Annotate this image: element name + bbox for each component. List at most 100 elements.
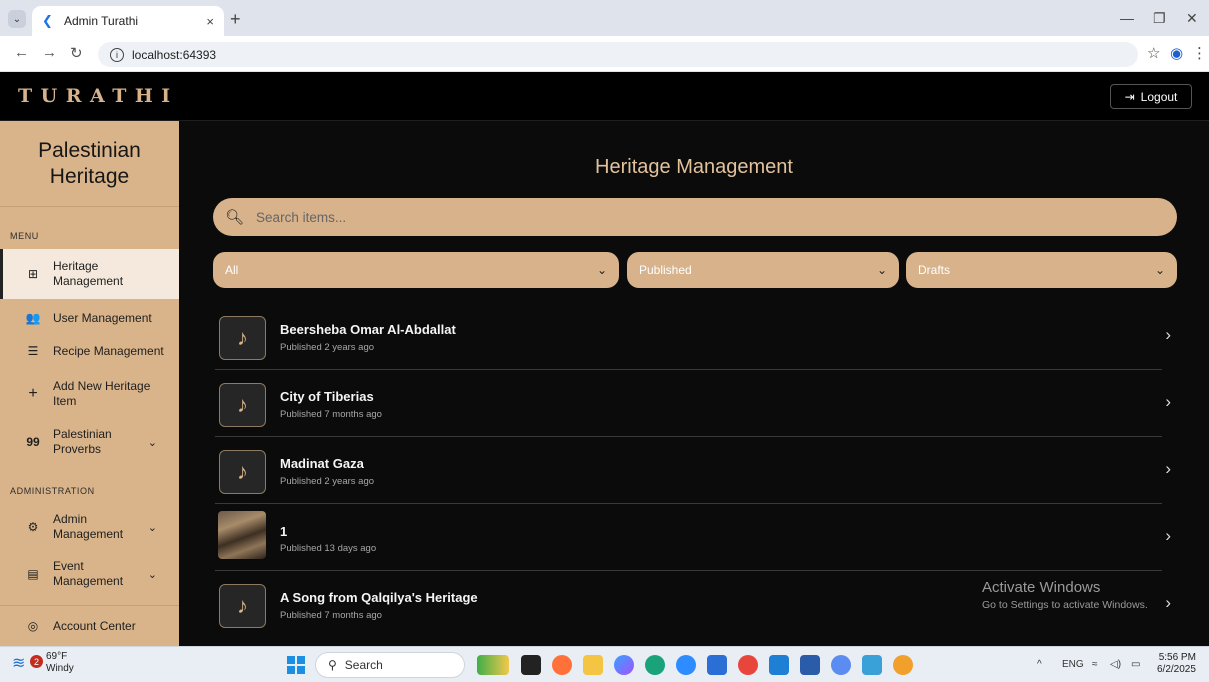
clock-date: 6/2/2025 [1157,664,1196,675]
chevron-right-icon[interactable]: › [1165,593,1171,613]
profile-icon[interactable]: ◉ [1170,44,1183,62]
item-photo [218,511,266,559]
plus-icon: + [28,385,38,402]
window-close-icon[interactable]: ✕ [1186,10,1198,27]
item-title: 1 [280,524,288,539]
sidebar-item-account-center[interactable]: ◎ Account Center [0,615,179,637]
zoom-icon[interactable] [676,655,696,675]
search-icon: 🔍︎ [225,209,245,226]
menu-section-label: MENU [10,231,39,241]
recipe-icon: ☰ [27,344,39,358]
url-text: localhost:64393 [132,47,217,62]
volume-icon[interactable]: ◁) [1110,659,1121,670]
chrome-canary-icon[interactable] [893,655,913,675]
chevron-down-icon[interactable]: ⌄ [148,521,157,534]
logout-label: Logout [1140,89,1178,104]
music-note-icon: ♪ [219,383,266,427]
sidebar-divider [0,206,179,207]
taskbar-search[interactable]: ⚲ Search [315,652,465,678]
vscode-icon[interactable] [769,655,789,675]
sidebar-item-palestinian-proverbs[interactable]: 99 Palestinian Proverbs ⌄ [0,425,179,459]
filter-value: All [225,263,239,277]
weather-text: 69°F Windy [46,651,74,675]
item-title: Beersheba Omar Al-Abdallat [280,322,456,337]
drafts-filter-dropdown[interactable]: Drafts ⌄ [906,252,1177,288]
tab-title: Admin Turathi [64,14,139,28]
browser-menu-icon[interactable]: ⋮ [1192,44,1207,62]
published-filter-dropdown[interactable]: Published ⌄ [627,252,899,288]
word-icon[interactable] [800,655,820,675]
address-bar-row: ← → ↻ i localhost:64393 ☆ ◉ ⋮ [0,36,1209,72]
list-item[interactable]: ♪ Madinat Gaza Published 2 years ago › [215,437,1171,504]
chevron-down-icon[interactable]: ⌄ [148,568,157,581]
weather-widget[interactable]: ≋ 2 69°F Windy [12,651,74,675]
taskbar: ≋ 2 69°F Windy ⚲ Search ^ ENG ≈ ◁) ▭ 5:5… [0,646,1209,682]
chevron-right-icon[interactable]: › [1165,392,1171,412]
tray-chevron-up-icon[interactable]: ^ [1037,659,1042,670]
store-icon[interactable] [707,655,727,675]
back-icon[interactable]: ← [14,44,29,61]
quote-icon: 99 [26,435,40,449]
chevron-right-icon[interactable]: › [1165,325,1171,345]
browser-tab[interactable]: ❮ Admin Turathi × [32,6,224,36]
sidebar-item-label: User Management [53,310,152,325]
system-clock[interactable]: 5:56 PM 6/2/2025 [1157,652,1196,676]
sidebar-item-admin-management[interactable]: ⚙ Admin Management ⌄ [0,510,179,544]
music-note-icon: ♪ [219,584,266,628]
category-filter-dropdown[interactable]: All ⌄ [213,252,619,288]
logout-button[interactable]: ⇥ Logout [1110,84,1192,109]
translate-icon[interactable] [831,655,851,675]
flutter-favicon-icon: ❮ [42,13,53,28]
search-input[interactable] [256,209,1137,225]
edge-icon[interactable] [645,655,665,675]
new-tab-button[interactable]: + [230,9,241,30]
list-item[interactable]: ♪ City of Tiberias Published 7 months ag… [215,370,1171,437]
list-item[interactable]: ♪ Beersheba Omar Al-Abdallat Published 2… [215,303,1171,370]
palm-widget-icon[interactable] [477,655,509,675]
sidebar-item-label: Palestinian Proverbs [53,427,112,456]
item-title: City of Tiberias [280,389,374,404]
search-bar[interactable]: 🔍︎ [213,198,1177,236]
page-title: Heritage Management [595,156,793,178]
minimize-icon[interactable]: — [1120,10,1134,26]
sidebar-item-recipe-management[interactable]: ☰ Recipe Management [0,340,179,362]
restore-icon[interactable]: ❐ [1153,10,1166,27]
list-item[interactable]: 1 Published 13 days ago › [215,504,1171,571]
item-status: Published 13 days ago [280,543,377,554]
chevron-right-icon[interactable]: › [1165,526,1171,546]
battery-icon[interactable]: ▭ [1131,659,1140,670]
admin-icon: ⚙ [27,520,39,534]
chevron-right-icon[interactable]: › [1165,459,1171,479]
wifi-icon[interactable]: ≈ [1092,659,1098,670]
activate-windows-watermark: Activate Windows Go to Settings to activ… [982,579,1148,611]
chevron-down-icon[interactable]: ⌄ [148,436,157,449]
sidebar-item-user-management[interactable]: 👥 User Management [0,307,179,329]
search-icon: ⚲ [328,658,337,672]
brand-logo: TURATHI [18,85,179,107]
reload-icon[interactable]: ↻ [70,44,83,62]
app-header: TURATHI ⇥ Logout [0,72,1209,121]
file-explorer-icon[interactable] [583,655,603,675]
tab-search-chevron-icon[interactable]: ⌄ [8,10,26,28]
sidebar-item-event-management[interactable]: ▤ Event Management ⌄ [0,557,179,591]
site-info-icon[interactable]: i [110,47,124,62]
dashboard-icon: ⊞ [27,267,39,281]
item-status: Published 2 years ago [280,476,375,487]
copilot-icon[interactable] [614,655,634,675]
calendar-icon: ▤ [27,567,39,581]
forward-icon[interactable]: → [42,44,57,61]
bookmark-star-icon[interactable]: ☆ [1147,44,1160,62]
photos-icon[interactable] [862,655,882,675]
clock-time: 5:56 PM [1158,652,1196,663]
firefox-icon[interactable] [552,655,572,675]
tab-close-icon[interactable]: × [206,14,214,29]
windows-start-icon[interactable] [287,656,305,674]
sidebar-item-label: Account Center [53,618,136,633]
sidebar-item-heritage-management[interactable]: ⊞ Heritage Management [0,249,179,299]
sidebar-item-add-new-heritage-item[interactable]: + Add New Heritage Item [0,377,179,411]
item-status: Published 7 months ago [280,610,382,621]
language-indicator[interactable]: ENG [1062,659,1084,670]
task-view-icon[interactable] [521,655,541,675]
url-field[interactable]: i localhost:64393 [98,42,1138,67]
chrome-icon[interactable] [738,655,758,675]
